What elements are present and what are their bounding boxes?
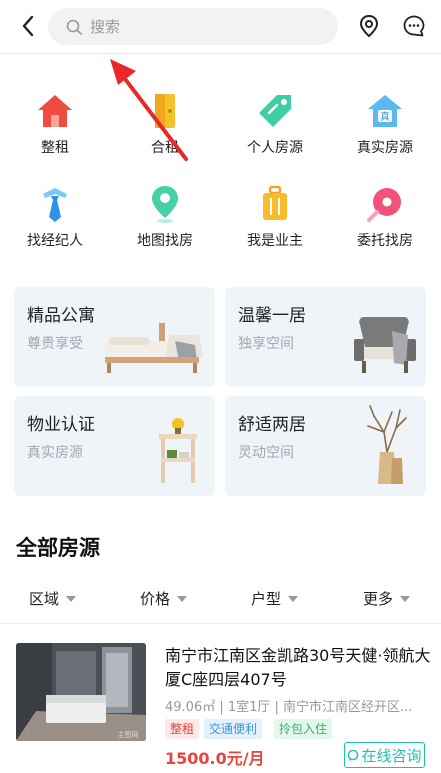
filter-label: 户型: [251, 590, 282, 608]
card-title: 舒适两居: [238, 415, 306, 435]
card-property-verified[interactable]: 物业认证 真实房源: [14, 396, 215, 496]
filter-area[interactable]: 区域: [29, 588, 77, 609]
tag-move-in-ready: 拎包入住: [274, 719, 333, 739]
location-pin-icon: [359, 14, 379, 38]
card-subtitle: 尊贵享受: [27, 336, 83, 352]
listing-title[interactable]: 南宁市江南区金凯路30号天健·领航大厦C座四层407号: [165, 644, 433, 692]
map-pin-icon: [145, 184, 185, 224]
chevron-left-icon: [22, 15, 34, 37]
category-i-am-owner[interactable]: 我是业主: [220, 184, 330, 250]
tag-convenient-transport: 交通便利: [204, 719, 263, 739]
category-label: 个人房源: [247, 140, 303, 156]
tag-icon: [255, 91, 295, 131]
listing-meta: 49.06㎡ | 1室1厅 | 南宁市江南区经开区...: [165, 700, 413, 715]
filter-label: 价格: [140, 590, 171, 608]
card-comfort-two-bedroom[interactable]: 舒适两居 灵动空间: [225, 396, 426, 496]
back-button[interactable]: [14, 12, 42, 40]
card-subtitle: 灵动空间: [238, 445, 294, 461]
search-input[interactable]: 搜索: [48, 8, 338, 45]
search-placeholder: 搜索: [90, 18, 121, 36]
svg-text:真: 真: [380, 110, 390, 123]
online-consult-button[interactable]: 在线咨询: [344, 742, 425, 768]
vase-branch-icon: [362, 402, 412, 490]
entrust-icon: [365, 184, 405, 224]
card-title: 温馨一居: [238, 306, 306, 326]
suitcase-icon: [255, 184, 295, 224]
caret-down-icon: [288, 595, 299, 602]
filter-label: 区域: [29, 590, 60, 608]
caret-down-icon: [66, 595, 77, 602]
card-subtitle: 独享空间: [238, 336, 294, 352]
message-button[interactable]: [400, 12, 428, 40]
category-find-agent[interactable]: 找经纪人: [0, 184, 110, 250]
verified-house-icon: 真: [365, 91, 405, 131]
category-verified-listing[interactable]: 真 真实房源: [330, 91, 440, 157]
filter-more[interactable]: 更多: [363, 588, 411, 609]
listing-thumbnail[interactable]: 主图网: [16, 643, 146, 741]
bed-icon: [99, 317, 209, 381]
category-label: 我是业主: [247, 233, 303, 249]
filter-layout[interactable]: 户型: [251, 588, 299, 609]
card-title: 精品公寓: [27, 306, 95, 326]
category-shared-rent[interactable]: 合租: [110, 91, 220, 157]
top-bar: 搜索: [0, 0, 441, 54]
card-subtitle: 真实房源: [27, 445, 83, 461]
category-map-search[interactable]: 地图找房: [110, 184, 220, 250]
category-label: 整租: [41, 140, 69, 156]
category-label: 地图找房: [137, 233, 193, 249]
filter-label: 更多: [363, 590, 394, 608]
category-entrust-search[interactable]: 委托找房: [330, 184, 440, 250]
side-table-icon: [153, 416, 203, 490]
card-premium-apartment[interactable]: 精品公寓 尊贵享受: [14, 287, 215, 387]
house-icon: [35, 91, 75, 131]
agent-tie-icon: [35, 184, 75, 224]
svg-text:主图网: 主图网: [118, 730, 139, 739]
category-label: 委托找房: [357, 233, 413, 249]
listing-price: 1500.0元/月: [165, 749, 265, 768]
category-label: 合租: [151, 140, 179, 156]
location-button[interactable]: [355, 12, 383, 40]
chat-bubble-icon: [403, 15, 425, 37]
category-label: 真实房源: [357, 140, 413, 156]
tag-whole-rent: 整租: [165, 719, 200, 739]
category-personal-listing[interactable]: 个人房源: [220, 91, 330, 157]
door-icon: [145, 91, 185, 131]
section-title: 全部房源: [16, 536, 100, 560]
caret-down-icon: [400, 595, 411, 602]
filter-price[interactable]: 价格: [140, 588, 188, 609]
card-cozy-one-bedroom[interactable]: 温馨一居 独享空间: [225, 287, 426, 387]
chat-icon: [348, 749, 359, 761]
caret-down-icon: [177, 595, 188, 602]
category-label: 找经纪人: [27, 233, 83, 249]
card-title: 物业认证: [27, 415, 95, 435]
search-icon: [66, 19, 82, 35]
divider: [0, 623, 441, 624]
armchair-icon: [348, 311, 420, 381]
category-whole-rent[interactable]: 整租: [0, 91, 110, 157]
consult-label: 在线咨询: [361, 746, 422, 765]
